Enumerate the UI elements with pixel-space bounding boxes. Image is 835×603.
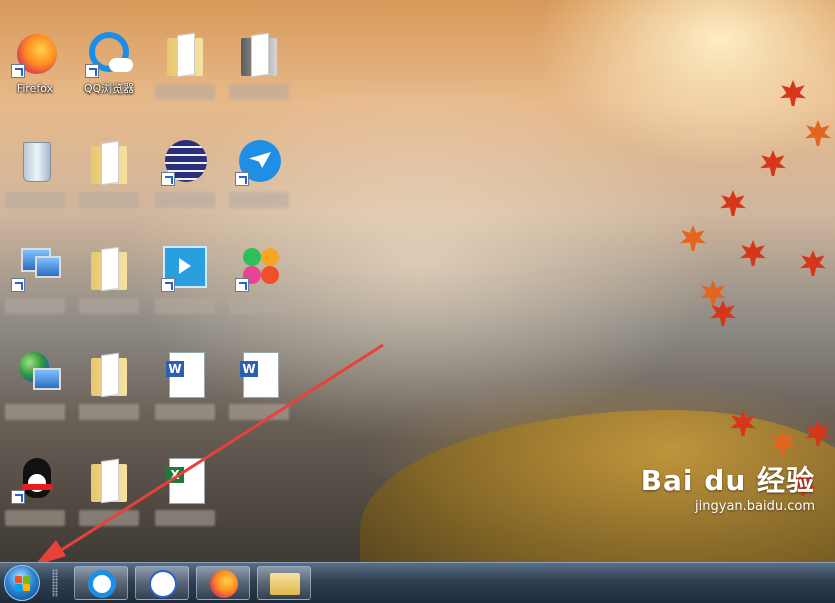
qq-browser-icon xyxy=(88,570,116,598)
taskbar-button-file-explorer[interactable] xyxy=(257,566,311,600)
taskbar xyxy=(0,562,835,603)
annotation-arrow xyxy=(37,343,384,562)
taskbar-button-firefox[interactable] xyxy=(196,566,250,600)
desktop-background: Firefox QQ浏览器 W W X Bai du 经验 jingyan.ba… xyxy=(0,0,835,562)
windows-logo-icon xyxy=(15,576,22,583)
taskbar-button-baidu[interactable] xyxy=(135,566,189,600)
firefox-icon xyxy=(210,570,238,598)
file-explorer-icon xyxy=(270,573,300,595)
annotation-arrow-line xyxy=(51,343,384,558)
annotation-arrow-head xyxy=(37,540,66,562)
taskbar-grip[interactable] xyxy=(52,569,58,597)
windows-logo-icon xyxy=(23,576,30,583)
baidu-icon xyxy=(149,570,177,598)
taskbar-button-qq-browser[interactable] xyxy=(74,566,128,600)
windows-logo-icon xyxy=(15,584,22,591)
start-button[interactable] xyxy=(4,565,40,601)
windows-logo-icon xyxy=(23,584,30,591)
